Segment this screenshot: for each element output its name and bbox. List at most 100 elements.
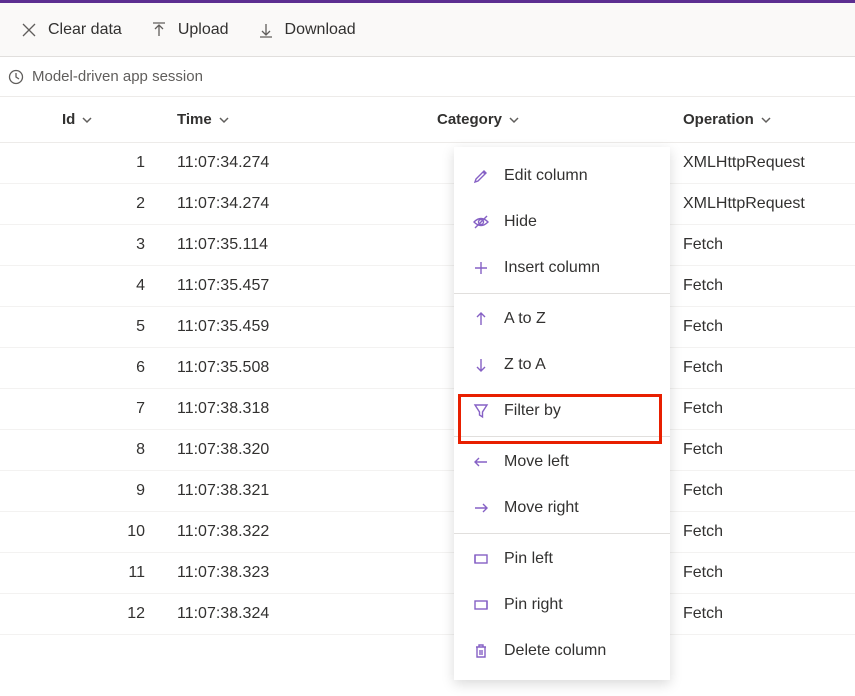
- table-row[interactable]: 811:07:38.320Fetch: [0, 430, 855, 471]
- arrow-left-icon: [472, 453, 490, 471]
- time-cell: 11:07:38.324: [165, 594, 425, 635]
- trash-icon: [472, 642, 490, 660]
- table-row[interactable]: 411:07:35.457 Fetch: [0, 266, 855, 307]
- chevron-down-icon: [218, 114, 230, 126]
- table-row[interactable]: 311:07:35.114Fetch: [0, 225, 855, 266]
- delete-column-label: Delete column: [504, 642, 606, 660]
- time-cell: 11:07:38.321: [165, 471, 425, 512]
- insert-column-item[interactable]: Insert column: [454, 245, 670, 291]
- id-cell: 1: [50, 143, 165, 184]
- table-row[interactable]: 1011:07:38.322Fetch: [0, 512, 855, 553]
- session-bar[interactable]: Model-driven app session: [0, 57, 855, 97]
- operation-cell: Fetch: [671, 307, 855, 348]
- download-label: Download: [285, 21, 356, 39]
- time-cell: 11:07:35.508: [165, 348, 425, 389]
- gutter-cell: [0, 553, 50, 594]
- operation-cell: Fetch: [671, 471, 855, 512]
- gutter-cell: [0, 594, 50, 635]
- gutter-cell: [0, 143, 50, 184]
- table-row[interactable]: 611:07:35.508 Fetch: [0, 348, 855, 389]
- toolbar: Clear data Upload Download: [0, 3, 855, 57]
- sort-asc-label: A to Z: [504, 310, 546, 328]
- clock-icon: [8, 69, 24, 85]
- id-cell: 4: [50, 266, 165, 307]
- id-cell: 10: [50, 512, 165, 553]
- sort-desc-label: Z to A: [504, 356, 546, 374]
- operation-cell: Fetch: [671, 389, 855, 430]
- menu-separator: [454, 533, 670, 534]
- id-cell: 3: [50, 225, 165, 266]
- id-header[interactable]: Id: [50, 97, 165, 143]
- table-row[interactable]: 211:07:34.274 XMLHttpRequest: [0, 184, 855, 225]
- category-header-label: Category: [437, 111, 502, 128]
- id-cell: 11: [50, 553, 165, 594]
- time-header[interactable]: Time: [165, 97, 425, 143]
- table-row[interactable]: 1211:07:38.324Fetch: [0, 594, 855, 635]
- sort-asc-item[interactable]: A to Z: [454, 296, 670, 342]
- move-right-label: Move right: [504, 499, 579, 517]
- table-row[interactable]: 111:07:34.274XMLHttpRequest: [0, 143, 855, 184]
- data-grid: Id Time Category: [0, 97, 855, 635]
- edit-column-item[interactable]: Edit column: [454, 153, 670, 199]
- gutter-cell: [0, 512, 50, 553]
- pin-left-label: Pin left: [504, 550, 553, 568]
- session-title: Model-driven app session: [32, 68, 203, 85]
- id-cell: 7: [50, 389, 165, 430]
- pencil-icon: [472, 167, 490, 185]
- move-left-item[interactable]: Move left: [454, 439, 670, 485]
- time-cell: 11:07:38.323: [165, 553, 425, 594]
- hide-label: Hide: [504, 213, 537, 231]
- chevron-down-icon: [508, 114, 520, 126]
- sort-desc-item[interactable]: Z to A: [454, 342, 670, 388]
- upload-label: Upload: [178, 21, 229, 39]
- pin-left-icon: [472, 550, 490, 568]
- download-button[interactable]: Download: [245, 10, 368, 50]
- hide-item[interactable]: Hide: [454, 199, 670, 245]
- pin-left-item[interactable]: Pin left: [454, 536, 670, 582]
- gutter-header: [0, 97, 50, 143]
- operation-cell: XMLHttpRequest: [671, 184, 855, 225]
- table-row[interactable]: 1111:07:38.323 Fetch: [0, 553, 855, 594]
- id-cell: 6: [50, 348, 165, 389]
- plus-icon: [472, 259, 490, 277]
- pin-right-label: Pin right: [504, 596, 563, 614]
- clear-data-label: Clear data: [48, 21, 122, 39]
- gutter-cell: [0, 184, 50, 225]
- table-row[interactable]: 711:07:38.318Fetch: [0, 389, 855, 430]
- operation-header-label: Operation: [683, 111, 754, 128]
- pin-right-item[interactable]: Pin right: [454, 582, 670, 628]
- id-cell: 5: [50, 307, 165, 348]
- upload-button[interactable]: Upload: [138, 10, 241, 50]
- hide-icon: [472, 213, 490, 231]
- gutter-cell: [0, 225, 50, 266]
- move-left-label: Move left: [504, 453, 569, 471]
- filter-by-item[interactable]: Filter by: [454, 388, 670, 434]
- filter-by-label: Filter by: [504, 402, 561, 420]
- category-header[interactable]: Category: [425, 97, 671, 143]
- time-cell: 11:07:35.457: [165, 266, 425, 307]
- edit-column-label: Edit column: [504, 167, 588, 185]
- move-right-item[interactable]: Move right: [454, 485, 670, 531]
- table-row[interactable]: 511:07:35.459Fetch: [0, 307, 855, 348]
- time-cell: 11:07:34.274: [165, 184, 425, 225]
- id-cell: 9: [50, 471, 165, 512]
- operation-cell: Fetch: [671, 553, 855, 594]
- pin-right-icon: [472, 596, 490, 614]
- clear-data-button[interactable]: Clear data: [8, 10, 134, 50]
- table-row[interactable]: 911:07:38.321 Fetch: [0, 471, 855, 512]
- arrow-up-icon: [472, 310, 490, 328]
- operation-header[interactable]: Operation: [671, 97, 855, 143]
- arrow-down-icon: [472, 356, 490, 374]
- id-cell: 8: [50, 430, 165, 471]
- delete-column-item[interactable]: Delete column: [454, 628, 670, 674]
- id-cell: 2: [50, 184, 165, 225]
- operation-cell: Fetch: [671, 266, 855, 307]
- gutter-cell: [0, 307, 50, 348]
- upload-icon: [150, 21, 168, 39]
- arrow-right-icon: [472, 499, 490, 517]
- operation-cell: Fetch: [671, 225, 855, 266]
- gutter-cell: [0, 430, 50, 471]
- header-row: Id Time Category: [0, 97, 855, 143]
- filter-icon: [472, 402, 490, 420]
- operation-cell: Fetch: [671, 348, 855, 389]
